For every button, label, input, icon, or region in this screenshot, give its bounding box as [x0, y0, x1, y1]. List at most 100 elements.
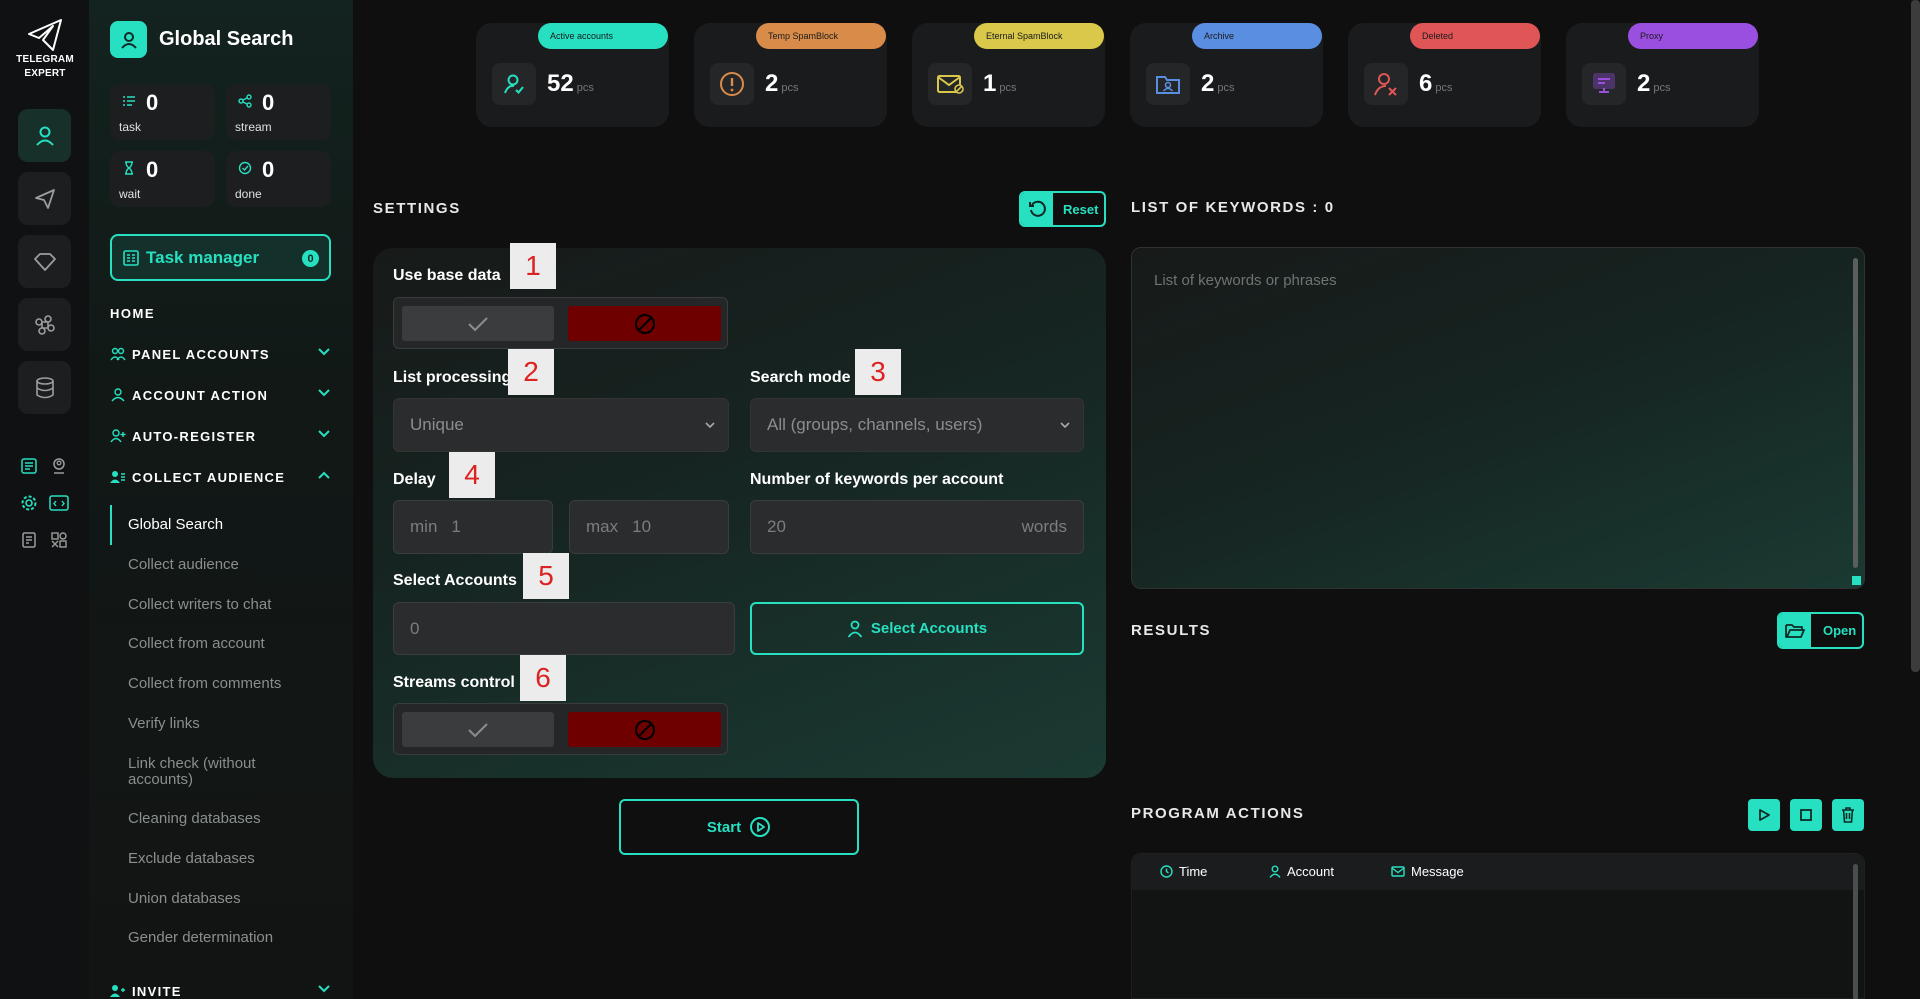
rail-location-button[interactable]	[47, 454, 71, 478]
user-list-icon	[110, 471, 125, 483]
logo-text-line2: EXPERT	[24, 68, 66, 79]
use-base-data-on-button[interactable]	[402, 306, 554, 341]
start-button-label: Start	[706, 818, 742, 836]
code-window-icon	[49, 495, 69, 511]
delay-max-input[interactable]: max 10	[569, 500, 729, 554]
sub-exclude-databases[interactable]: Exclude databases	[128, 851, 328, 867]
stat-stream-value: 0	[262, 90, 275, 115]
delay-min-input[interactable]: min 1	[393, 500, 553, 554]
task-manager-button[interactable]: Task manager 0	[110, 234, 331, 281]
rail-premium-button[interactable]	[18, 235, 71, 288]
counter-temp-spamblock[interactable]: Temp SpamBlock 2 pcs	[694, 23, 887, 127]
nav-auto-register[interactable]: AUTO-REGISTER	[110, 426, 331, 446]
log-col-account[interactable]: Account	[1269, 864, 1334, 879]
mail-blocked-icon	[928, 63, 972, 105]
keywords-per-account-suffix: words	[1021, 517, 1067, 536]
open-results-button[interactable]: Open	[1777, 612, 1864, 649]
log-scrollbar[interactable]	[1853, 864, 1858, 999]
log-col-account-label: Account	[1287, 864, 1334, 879]
chevron-down-icon	[705, 422, 715, 429]
clock-icon	[1160, 865, 1173, 878]
resize-handle[interactable]	[1852, 576, 1861, 585]
stat-task-value: 0	[146, 90, 159, 115]
nav-panel-accounts[interactable]: PANEL ACCOUNTS	[110, 344, 331, 364]
select-accounts-button[interactable]: Select Accounts	[750, 602, 1084, 655]
nav-account-action[interactable]: ACCOUNT ACTION	[110, 385, 331, 405]
start-button[interactable]: Start	[619, 799, 859, 855]
nav-home[interactable]: HOME	[110, 306, 155, 321]
use-base-data-off-button[interactable]	[568, 306, 721, 341]
counter-active-accounts[interactable]: Active accounts 52 pcs	[476, 23, 669, 127]
play-icon	[1759, 809, 1770, 821]
sub-cleaning-databases[interactable]: Cleaning databases	[128, 811, 328, 827]
streams-control-label: Streams control	[393, 674, 515, 691]
keywords-placeholder: List of keywords or phrases	[1154, 272, 1337, 289]
marker-1: 1	[510, 243, 556, 289]
sub-collect-from-comments[interactable]: Collect from comments	[128, 676, 328, 692]
diamond-icon	[33, 252, 56, 271]
stat-wait-value: 0	[146, 157, 159, 182]
warning-icon	[710, 63, 754, 105]
sub-union-databases[interactable]: Union databases	[128, 891, 328, 907]
task-board-icon	[123, 249, 139, 266]
check-icon	[468, 722, 488, 737]
log-col-time-label: Time	[1179, 864, 1208, 879]
rail-database-button[interactable]	[18, 361, 71, 414]
user-deleted-icon	[1364, 63, 1408, 105]
keywords-per-account-input[interactable]: 20 words	[750, 500, 1084, 554]
task-manager-label: Task manager	[146, 247, 260, 267]
counter-eternal-spamblock[interactable]: Eternal SpamBlock 1 pcs	[912, 23, 1105, 127]
folder-open-icon	[1779, 614, 1811, 647]
selected-accounts-count-input[interactable]: 0	[393, 602, 735, 655]
rail-command-button[interactable]	[18, 298, 71, 351]
rail-list-button[interactable]	[17, 454, 41, 478]
rail-settings-button[interactable]	[17, 491, 41, 515]
nav-collect-audience[interactable]: COLLECT AUDIENCE	[110, 467, 331, 487]
rail-code-button[interactable]	[47, 491, 71, 515]
nav-invite[interactable]: INVITE	[110, 981, 331, 999]
sub-verify-links[interactable]: Verify links	[128, 716, 328, 732]
select-accounts-button-label: Select Accounts	[870, 620, 988, 637]
reset-button[interactable]: Reset	[1019, 191, 1106, 227]
log-col-time[interactable]: Time	[1160, 864, 1207, 879]
rail-modules-button[interactable]	[47, 528, 71, 552]
sub-collect-writers[interactable]: Collect writers to chat	[128, 597, 328, 613]
list-processing-select[interactable]: Unique	[393, 398, 729, 452]
user-icon	[1269, 865, 1281, 878]
rail-notes-button[interactable]	[17, 528, 41, 552]
sub-collect-from-account[interactable]: Collect from account	[128, 636, 328, 652]
counter-value: 6	[1419, 70, 1433, 97]
play-button[interactable]	[1748, 799, 1780, 831]
keywords-scrollbar[interactable]	[1853, 258, 1858, 568]
user-icon	[111, 388, 125, 402]
sub-global-search[interactable]: Global Search	[128, 517, 328, 533]
user-plus-icon	[110, 429, 126, 443]
select-accounts-label: Select Accounts	[393, 572, 517, 589]
log-col-message[interactable]: Message	[1391, 864, 1464, 879]
stat-done: 0 done	[226, 151, 331, 207]
stream-icon	[238, 94, 252, 108]
streams-control-on-button[interactable]	[402, 712, 554, 747]
page-title: Global Search	[159, 28, 294, 50]
search-mode-label: Search mode	[750, 369, 851, 386]
stop-button[interactable]	[1790, 799, 1822, 831]
user-icon	[847, 620, 863, 638]
sub-gender-determination[interactable]: Gender determination	[128, 930, 328, 946]
clear-log-button[interactable]	[1832, 799, 1864, 831]
search-mode-select[interactable]: All (groups, channels, users)	[750, 398, 1084, 452]
trash-icon	[1842, 807, 1854, 823]
sub-link-check[interactable]: Link check (without accounts)	[128, 756, 278, 788]
sub-collect-audience[interactable]: Collect audience	[128, 557, 328, 573]
counter-tag: Proxy	[1628, 23, 1758, 49]
keywords-textarea[interactable]: List of keywords or phrases	[1131, 247, 1865, 589]
counter-value: 1	[983, 70, 997, 97]
streams-control-off-button[interactable]	[568, 712, 721, 747]
keywords-per-account-label: Number of keywords per account	[750, 471, 1004, 488]
counter-deleted[interactable]: Deleted 6 pcs	[1348, 23, 1541, 127]
rail-accounts-button[interactable]	[18, 109, 71, 162]
counter-archive[interactable]: Archive 2 pcs	[1130, 23, 1323, 127]
app-logo[interactable]: TELEGRAM EXPERT	[10, 18, 80, 80]
rail-send-button[interactable]	[18, 172, 71, 225]
page-scrollbar[interactable]	[1911, 0, 1920, 672]
counter-proxy[interactable]: Proxy 2 pcs	[1566, 23, 1759, 127]
